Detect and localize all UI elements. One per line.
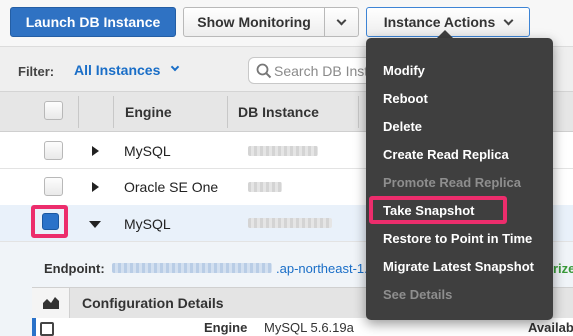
collapse-arrow-icon[interactable] [89, 221, 101, 228]
settings-tab-icon[interactable] [40, 322, 54, 336]
engine-cell: MySQL [124, 216, 171, 232]
row-checkbox[interactable] [44, 177, 63, 196]
engine-cell: Oracle SE One [124, 179, 219, 195]
engine-cell: MySQL [124, 143, 171, 159]
column-divider [113, 96, 114, 128]
menu-item-promote-read-replica: Promote Read Replica [383, 175, 521, 190]
menu-item-reboot[interactable]: Reboot [383, 91, 428, 106]
status-fragment: rize [553, 261, 573, 276]
search-icon [256, 63, 272, 79]
instance-actions-menu: Modify Reboot Delete Create Read Replica… [366, 38, 553, 320]
menu-item-create-read-replica[interactable]: Create Read Replica [383, 147, 509, 162]
menu-item-see-details: See Details [383, 287, 453, 302]
chevron-down-icon [336, 15, 347, 25]
filter-label: Filter: [18, 64, 55, 79]
column-divider [358, 96, 359, 128]
engine-key: Engine [204, 320, 248, 335]
expand-arrow-icon[interactable] [92, 146, 99, 156]
column-divider [227, 96, 228, 128]
menu-pointer [437, 30, 453, 38]
launch-db-instance-button[interactable]: Launch DB Instance [10, 7, 176, 37]
menu-item-restore-to-point-in-time[interactable]: Restore to Point in Time [383, 231, 532, 246]
redacted-db-instance [248, 218, 332, 228]
engine-value: MySQL 5.6.19a [264, 320, 354, 335]
menu-item-modify[interactable]: Modify [383, 63, 425, 78]
configuration-icon-tab[interactable] [32, 288, 70, 318]
show-monitoring-button[interactable]: Show Monitoring [183, 7, 325, 37]
endpoint-link[interactable]: .ap-northeast-1.r [276, 261, 372, 276]
tab-indicator [32, 318, 36, 336]
chevron-down-icon [503, 15, 514, 25]
configuration-details-title: Configuration Details [82, 295, 224, 311]
column-header-db-instance[interactable]: DB Instance [238, 104, 319, 120]
configuration-row: Engine MySQL 5.6.19a Availab [32, 318, 573, 336]
chart-icon [43, 297, 59, 309]
redacted-db-instance [248, 146, 318, 156]
filter-select[interactable]: All Instances [74, 62, 160, 78]
menu-item-migrate-latest-snapshot[interactable]: Migrate Latest Snapshot [383, 259, 534, 274]
redacted-db-instance [248, 182, 282, 192]
show-monitoring-dropdown-button[interactable] [324, 7, 359, 37]
search-placeholder: Search DB Inst [274, 63, 369, 79]
column-header-engine[interactable]: Engine [125, 104, 172, 120]
expand-arrow-icon[interactable] [92, 182, 99, 192]
checkbox-highlight-annotation [31, 205, 68, 238]
select-all-checkbox[interactable] [44, 101, 63, 120]
row-checkbox[interactable] [44, 141, 63, 160]
menu-item-delete[interactable]: Delete [383, 119, 422, 134]
take-snapshot-highlight-annotation [369, 196, 507, 224]
chevron-down-icon[interactable] [170, 62, 180, 72]
instance-actions-label: Instance Actions [383, 14, 496, 30]
availability-label: Availab [528, 320, 573, 335]
redacted-endpoint [112, 263, 272, 273]
endpoint-label: Endpoint: [44, 261, 105, 276]
column-divider [78, 96, 79, 128]
